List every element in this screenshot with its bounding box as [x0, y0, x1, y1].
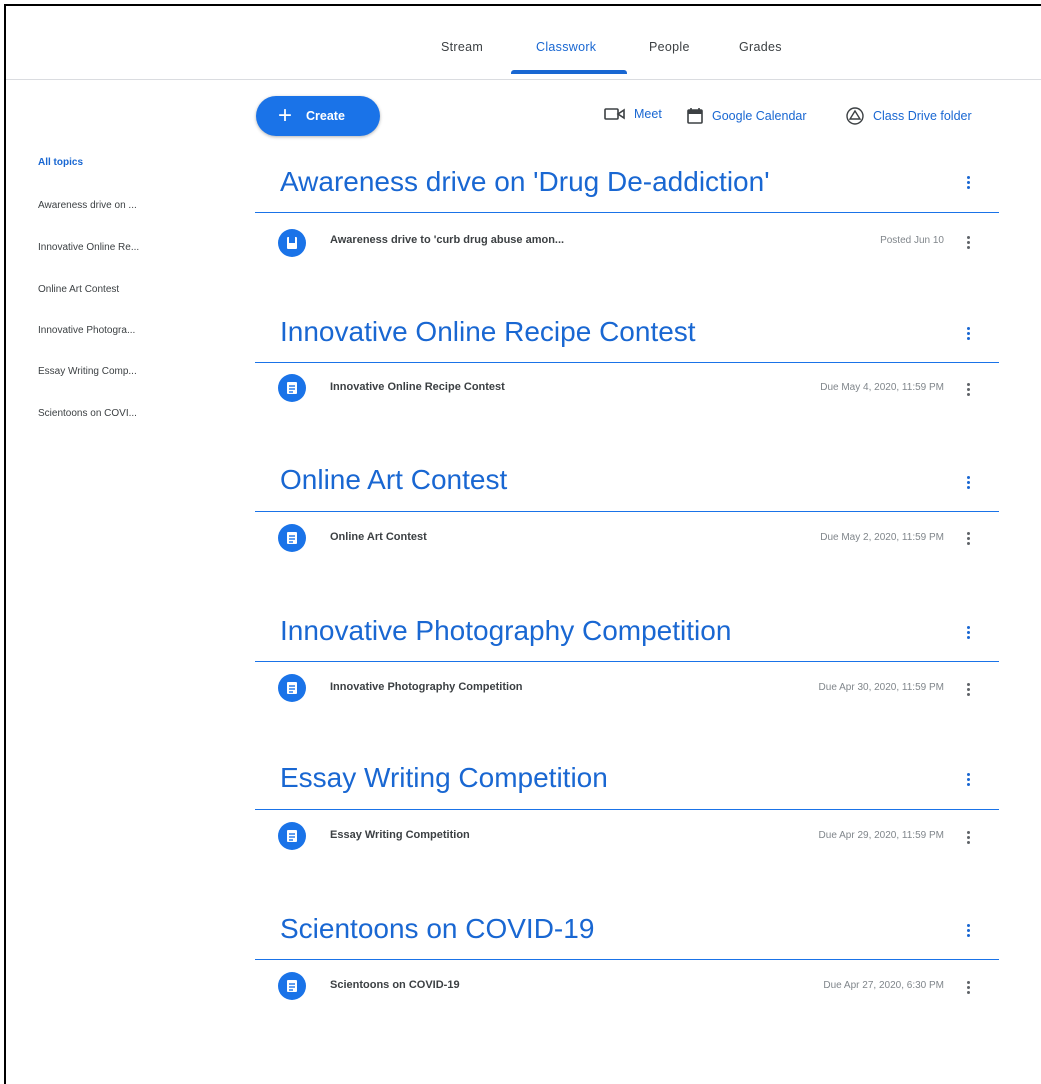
class-drive-folder-link[interactable]: Class Drive folder	[845, 107, 972, 125]
item-more-icon[interactable]	[966, 831, 970, 846]
assignment-icon	[278, 524, 306, 552]
topic-more-icon[interactable]	[966, 773, 970, 788]
item-date: Due May 2, 2020, 11:59 PM	[820, 532, 944, 543]
top-nav	[6, 6, 1041, 80]
topic-divider	[255, 212, 999, 213]
classwork-item-title[interactable]: Innovative Photography Competition	[330, 681, 523, 693]
topic-title: Essay Writing Competition	[280, 762, 608, 793]
item-date: Due Apr 29, 2020, 11:59 PM	[818, 830, 944, 841]
meet-link[interactable]: Meet	[604, 107, 662, 121]
topic-title: Scientoons on COVID-19	[280, 913, 595, 944]
assignment-icon	[278, 674, 306, 702]
sidebar-item-scientoons[interactable]: Scientoons on COVI...	[38, 408, 178, 419]
classwork-item-title[interactable]: Innovative Online Recipe Contest	[330, 381, 505, 393]
item-more-icon[interactable]	[966, 532, 970, 547]
tab-stream[interactable]: Stream	[441, 40, 483, 54]
topic-title: Innovative Online Recipe Contest	[280, 316, 696, 347]
sidebar-item-recipe-contest[interactable]: Innovative Online Re...	[38, 242, 178, 253]
topic-more-icon[interactable]	[966, 626, 970, 641]
google-calendar-label: Google Calendar	[712, 109, 807, 123]
tab-people[interactable]: People	[649, 40, 690, 54]
topic-more-icon[interactable]	[966, 327, 970, 342]
assignment-icon	[278, 822, 306, 850]
item-date: Due Apr 27, 2020, 6:30 PM	[823, 980, 944, 991]
active-tab-indicator	[511, 70, 627, 74]
topic-divider	[255, 661, 999, 662]
topic-divider	[255, 362, 999, 363]
classwork-item-title[interactable]: Scientoons on COVID-19	[330, 979, 460, 991]
sidebar-item-all-topics[interactable]: All topics	[38, 157, 178, 168]
item-more-icon[interactable]	[966, 236, 970, 251]
item-date: Due Apr 30, 2020, 11:59 PM	[818, 682, 944, 693]
topic-more-icon[interactable]	[966, 924, 970, 939]
topic-title: Awareness drive on 'Drug De-addiction'	[280, 166, 770, 197]
class-drive-folder-label: Class Drive folder	[873, 109, 972, 123]
drive-icon	[846, 107, 864, 125]
topic-divider	[255, 809, 999, 810]
topic-divider	[255, 511, 999, 512]
meet-label: Meet	[634, 107, 662, 121]
sidebar-item-art-contest[interactable]: Online Art Contest	[38, 284, 178, 295]
sidebar-item-photography[interactable]: Innovative Photogra...	[38, 325, 178, 336]
material-icon	[278, 229, 306, 257]
assignment-icon	[278, 972, 306, 1000]
item-more-icon[interactable]	[966, 383, 970, 398]
topic-title: Innovative Photography Competition	[280, 615, 732, 646]
topic-title: Online Art Contest	[280, 464, 508, 495]
sidebar-item-essay-writing[interactable]: Essay Writing Comp...	[38, 366, 178, 377]
topic-more-icon[interactable]	[966, 476, 970, 491]
plus-icon: +	[278, 102, 293, 129]
item-date: Posted Jun 10	[880, 235, 944, 246]
topic-more-icon[interactable]	[966, 176, 970, 191]
google-calendar-link[interactable]: Google Calendar	[686, 107, 807, 125]
tab-classwork[interactable]: Classwork	[536, 40, 596, 54]
item-more-icon[interactable]	[966, 981, 970, 996]
create-button-label: Create	[306, 109, 345, 123]
assignment-icon	[278, 374, 306, 402]
classwork-item-title[interactable]: Online Art Contest	[330, 531, 427, 543]
calendar-icon	[687, 108, 703, 124]
create-button[interactable]: + Create	[256, 96, 380, 136]
classwork-item-title[interactable]: Awareness drive to 'curb drug abuse amon…	[330, 234, 564, 246]
video-camera-icon	[604, 108, 625, 120]
tab-grades[interactable]: Grades	[739, 40, 782, 54]
item-more-icon[interactable]	[966, 683, 970, 698]
sidebar-item-awareness-drive[interactable]: Awareness drive on ...	[38, 200, 178, 211]
topic-divider	[255, 959, 999, 960]
item-date: Due May 4, 2020, 11:59 PM	[820, 382, 944, 393]
classwork-item-title[interactable]: Essay Writing Competition	[330, 829, 470, 841]
